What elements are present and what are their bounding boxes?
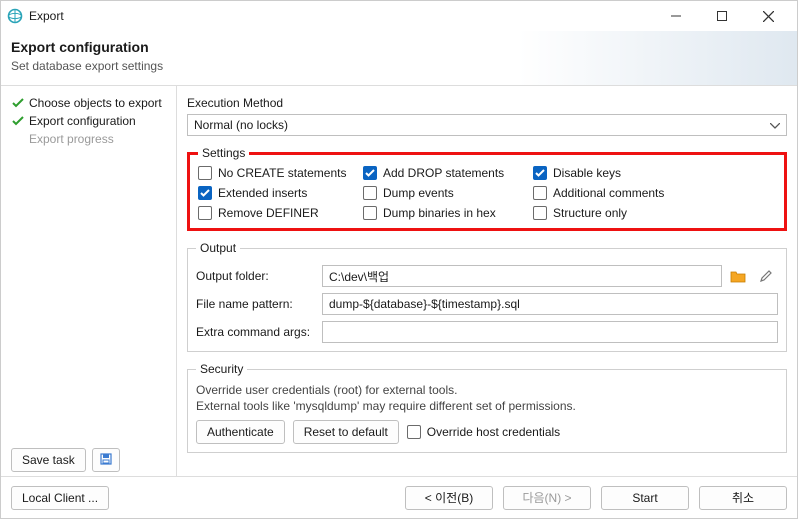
execution-method-select[interactable]: Normal (no locks) <box>187 114 787 136</box>
output-folder-input[interactable]: C:\dev\백업 <box>322 265 722 287</box>
security-note-1: Override user credentials (root) for ext… <box>196 382 778 398</box>
browse-folder-button[interactable] <box>728 266 748 286</box>
window-title: Export <box>29 9 64 23</box>
step-export-configuration[interactable]: Export configuration <box>5 112 172 130</box>
output-folder-label: Output folder: <box>196 269 316 283</box>
execution-method-label: Execution Method <box>187 96 787 110</box>
security-note-2: External tools like 'mysqldump' may requ… <box>196 398 778 414</box>
extra-args-input[interactable] <box>322 321 778 343</box>
check-icon <box>11 114 25 128</box>
chk-label: Extended inserts <box>218 186 307 200</box>
chk-label: Remove DEFINER <box>218 206 319 220</box>
file-pattern-input[interactable]: dump-${database}-${timestamp}.sql <box>322 293 778 315</box>
chk-label: Dump binaries in hex <box>383 206 496 220</box>
select-value: Normal (no locks) <box>194 118 288 132</box>
chk-disable-keys[interactable]: Disable keys <box>533 166 693 180</box>
security-legend: Security <box>196 362 247 376</box>
chk-add-drop[interactable]: Add DROP statements <box>363 166 523 180</box>
output-group: Output Output folder: C:\dev\백업 File nam… <box>187 241 787 352</box>
save-task-menu-button[interactable] <box>92 448 120 472</box>
output-legend: Output <box>196 241 240 255</box>
chk-remove-definer[interactable]: Remove DEFINER <box>198 206 353 220</box>
close-button[interactable] <box>745 1 791 31</box>
chk-label: Disable keys <box>553 166 621 180</box>
back-button[interactable]: < 이전(B) <box>405 486 493 510</box>
chk-label: Additional comments <box>553 186 664 200</box>
step-choose-objects[interactable]: Choose objects to export <box>5 94 172 112</box>
page-title: Export configuration <box>11 39 787 55</box>
edit-path-button[interactable] <box>756 266 776 286</box>
local-client-button[interactable]: Local Client ... <box>11 486 109 510</box>
cancel-button[interactable]: 취소 <box>699 486 787 510</box>
chk-additional-comments[interactable]: Additional comments <box>533 186 693 200</box>
header: Export configuration Set database export… <box>1 31 797 86</box>
chk-label: Dump events <box>383 186 454 200</box>
chk-dump-binaries-hex[interactable]: Dump binaries in hex <box>363 206 523 220</box>
footer: Local Client ... < 이전(B) 다음(N) > Start 취… <box>1 476 797 518</box>
start-button[interactable]: Start <box>601 486 689 510</box>
chk-label: No CREATE statements <box>218 166 346 180</box>
extra-args-label: Extra command args: <box>196 325 316 339</box>
chevron-down-icon <box>770 118 780 132</box>
check-icon <box>11 96 25 110</box>
chk-override-host-credentials[interactable]: Override host credentials <box>407 425 560 439</box>
chk-label: Add DROP statements <box>383 166 504 180</box>
security-group: Security Override user credentials (root… <box>187 362 787 453</box>
settings-group: Settings No CREATE statements Add DROP s… <box>187 146 787 231</box>
chk-label: Structure only <box>553 206 627 220</box>
reset-default-button[interactable]: Reset to default <box>293 420 399 444</box>
chk-no-create[interactable]: No CREATE statements <box>198 166 353 180</box>
file-pattern-label: File name pattern: <box>196 297 316 311</box>
settings-legend: Settings <box>198 146 249 160</box>
next-button[interactable]: 다음(N) > <box>503 486 591 510</box>
empty-icon <box>11 132 25 146</box>
chk-structure-only[interactable]: Structure only <box>533 206 693 220</box>
app-icon <box>7 8 23 24</box>
titlebar: Export <box>1 1 797 31</box>
step-label: Choose objects to export <box>29 96 162 110</box>
chk-extended-inserts[interactable]: Extended inserts <box>198 186 353 200</box>
chk-label: Override host credentials <box>427 425 560 439</box>
minimize-button[interactable] <box>653 1 699 31</box>
authenticate-button[interactable]: Authenticate <box>196 420 285 444</box>
step-export-progress[interactable]: Export progress <box>5 130 172 148</box>
wizard-steps: Choose objects to export Export configur… <box>1 86 177 476</box>
step-label: Export progress <box>29 132 114 146</box>
page-subtitle: Set database export settings <box>11 59 787 73</box>
save-task-button[interactable]: Save task <box>11 448 86 472</box>
step-label: Export configuration <box>29 114 136 128</box>
maximize-button[interactable] <box>699 1 745 31</box>
save-icon <box>99 452 113 469</box>
chk-dump-events[interactable]: Dump events <box>363 186 523 200</box>
